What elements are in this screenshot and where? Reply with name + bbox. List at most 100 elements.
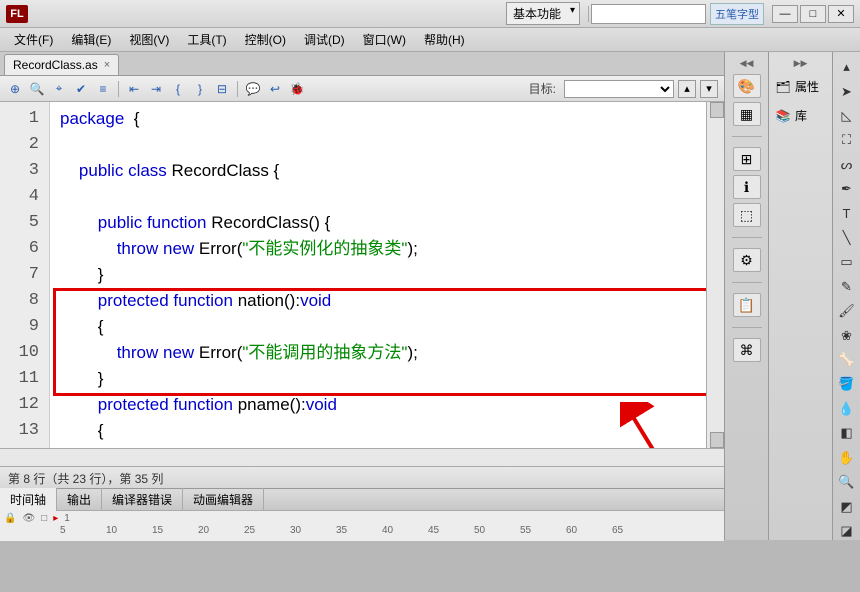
add-icon[interactable]: ⊕	[6, 80, 24, 98]
close-button[interactable]: ✕	[828, 5, 854, 23]
code-line[interactable]: protected function nation():void	[50, 288, 706, 314]
code-line[interactable]: throw new Error("不能调用的抽象方法");	[50, 340, 706, 366]
menu-help[interactable]: 帮助(H)	[416, 28, 473, 51]
comment-icon[interactable]: 💬	[244, 80, 262, 98]
deco-tool-icon[interactable]: ❀	[837, 326, 857, 344]
menu-view[interactable]: 视图(V)	[121, 28, 177, 51]
code-line[interactable]	[50, 184, 706, 210]
panel-label: 属性	[795, 78, 819, 95]
swatches-icon[interactable]: 🎨	[733, 74, 761, 98]
code-line[interactable]	[50, 132, 706, 158]
collapse-panel-icon[interactable]: ▶▶	[769, 58, 832, 70]
bucket-tool-icon[interactable]: 🪣	[837, 375, 857, 393]
align-icon[interactable]: ⊞	[733, 147, 761, 171]
zoom-tool-icon[interactable]: 🔍	[837, 473, 857, 491]
find-icon[interactable]: 🔍	[28, 80, 46, 98]
code-line[interactable]: protected function pname():void	[50, 392, 706, 418]
ink-tool-icon[interactable]: 💧	[837, 400, 857, 418]
tab-compiler-errors[interactable]: 编译器错误	[102, 488, 183, 511]
code-line[interactable]: var name:String="Clock";	[50, 444, 706, 448]
free-transform-icon[interactable]: ⛶	[837, 131, 857, 149]
menu-window[interactable]: 窗口(W)	[355, 28, 414, 51]
status-bar: 第 8 行（共 23 行），第 35 列	[0, 466, 724, 488]
transform-icon[interactable]: ⬚	[733, 203, 761, 227]
nav-up-icon[interactable]: ▴	[678, 80, 696, 98]
check-icon[interactable]: ✔	[72, 80, 90, 98]
brace-left-icon[interactable]: {	[169, 80, 187, 98]
menu-edit[interactable]: 编辑(E)	[63, 28, 119, 51]
outline-icon[interactable]: □	[41, 513, 47, 524]
pen-tool-icon[interactable]: ✒	[837, 180, 857, 198]
menu-file[interactable]: 文件(F)	[6, 28, 61, 51]
panel-library[interactable]: 📚 库	[769, 103, 832, 128]
properties-icon: 🗂	[775, 79, 791, 95]
menu-tools[interactable]: 工具(T)	[179, 28, 234, 51]
actions-icon[interactable]: ⌘	[733, 338, 761, 362]
menu-debug[interactable]: 调试(D)	[296, 28, 353, 51]
info-icon[interactable]: ℹ	[733, 175, 761, 199]
text-tool-icon[interactable]: T	[837, 204, 857, 222]
line-gutter: 123456789101112131415	[0, 102, 50, 448]
panel-properties[interactable]: 🗂 属性	[769, 74, 832, 99]
components-icon[interactable]: ⚙	[733, 248, 761, 272]
menu-control[interactable]: 控制(O)	[237, 28, 294, 51]
tab-output[interactable]: 输出	[57, 488, 102, 511]
bone-tool-icon[interactable]: 🦴	[837, 351, 857, 369]
code-line[interactable]: {	[50, 314, 706, 340]
tab-timeline[interactable]: 时间轴	[0, 488, 57, 511]
tab-anim-editor[interactable]: 动画编辑器	[183, 488, 264, 511]
ime-badge: 五笔字型	[710, 3, 764, 25]
maximize-button[interactable]: □	[800, 5, 826, 23]
document-tab[interactable]: RecordClass.as ×	[4, 54, 119, 75]
code-line[interactable]: public class RecordClass {	[50, 158, 706, 184]
vertical-scrollbar[interactable]	[706, 102, 724, 448]
wrap-icon[interactable]: ↩	[266, 80, 284, 98]
indent-right-icon[interactable]: ⇥	[147, 80, 165, 98]
stroke-color-icon[interactable]: ◩	[837, 497, 857, 515]
color-icon[interactable]: ▦	[733, 102, 761, 126]
pencil-tool-icon[interactable]: ✎	[837, 278, 857, 296]
library-icon: 📚	[775, 108, 791, 124]
target-dropdown[interactable]	[564, 80, 674, 98]
sample-icon[interactable]: 📋	[733, 293, 761, 317]
code-line[interactable]: package {	[50, 106, 706, 132]
target-label: 目标:	[529, 80, 556, 97]
arrow-tool-icon[interactable]: ➤	[837, 82, 857, 100]
timeline-ruler[interactable]: 🔒 👁 □ ▸1 5101520253035404550556065	[0, 511, 724, 541]
code-line[interactable]: throw new Error("不能实例化的抽象类");	[50, 236, 706, 262]
format-icon[interactable]: ≡	[94, 80, 112, 98]
line-tool-icon[interactable]: ╲	[837, 229, 857, 247]
code-line[interactable]: {	[50, 418, 706, 444]
code-line[interactable]: public function RecordClass() {	[50, 210, 706, 236]
bottom-panel: 时间轴 输出 编译器错误 动画编辑器 🔒 👁 □ ▸1 510152025303…	[0, 488, 724, 540]
brace-right-icon[interactable]: }	[191, 80, 209, 98]
debug-icon[interactable]: 🐞	[288, 80, 306, 98]
eraser-tool-icon[interactable]: ◧	[837, 424, 857, 442]
collapse-dock-icon[interactable]: ◀◀	[729, 58, 765, 70]
nav-down-icon[interactable]: ▾	[700, 80, 718, 98]
code-line[interactable]: }	[50, 366, 706, 392]
code-line[interactable]: }	[50, 262, 706, 288]
code-editor[interactable]: package { public class RecordClass { pub…	[50, 102, 706, 448]
horizontal-scrollbar[interactable]	[0, 448, 724, 466]
hand-tool-icon[interactable]: ✋	[837, 449, 857, 467]
target-icon[interactable]: ⌖	[50, 80, 68, 98]
indent-left-icon[interactable]: ⇤	[125, 80, 143, 98]
selection-tool-icon[interactable]: ▴	[837, 58, 857, 76]
tab-label: RecordClass.as	[13, 58, 98, 72]
lasso-tool-icon[interactable]: ᔕ	[837, 156, 857, 174]
rectangle-tool-icon[interactable]: ▭	[837, 253, 857, 271]
panel-label: 库	[795, 107, 807, 124]
search-input[interactable]	[591, 4, 706, 24]
brush-tool-icon[interactable]: 🖌	[837, 302, 857, 320]
lock-icon[interactable]: 🔒	[4, 513, 16, 524]
fill-color-icon[interactable]: ◪	[837, 522, 857, 540]
minimize-button[interactable]: —	[772, 5, 798, 23]
subselect-tool-icon[interactable]: ◺	[837, 107, 857, 125]
visibility-icon[interactable]: 👁	[22, 513, 35, 524]
collapse-icon[interactable]: ⊟	[213, 80, 231, 98]
tools-panel: ▴ ➤ ◺ ⛶ ᔕ ✒ T ╲ ▭ ✎ 🖌 ❀ 🦴 🪣 💧 ◧ ✋ 🔍 ◩ ◪	[832, 52, 860, 540]
workspace-dropdown[interactable]: 基本功能	[506, 2, 580, 25]
code-toolbar: ⊕ 🔍 ⌖ ✔ ≡ ⇤ ⇥ { } ⊟ 💬 ↩ 🐞 目标: ▴ ▾	[0, 76, 724, 102]
tab-close-icon[interactable]: ×	[104, 59, 110, 71]
